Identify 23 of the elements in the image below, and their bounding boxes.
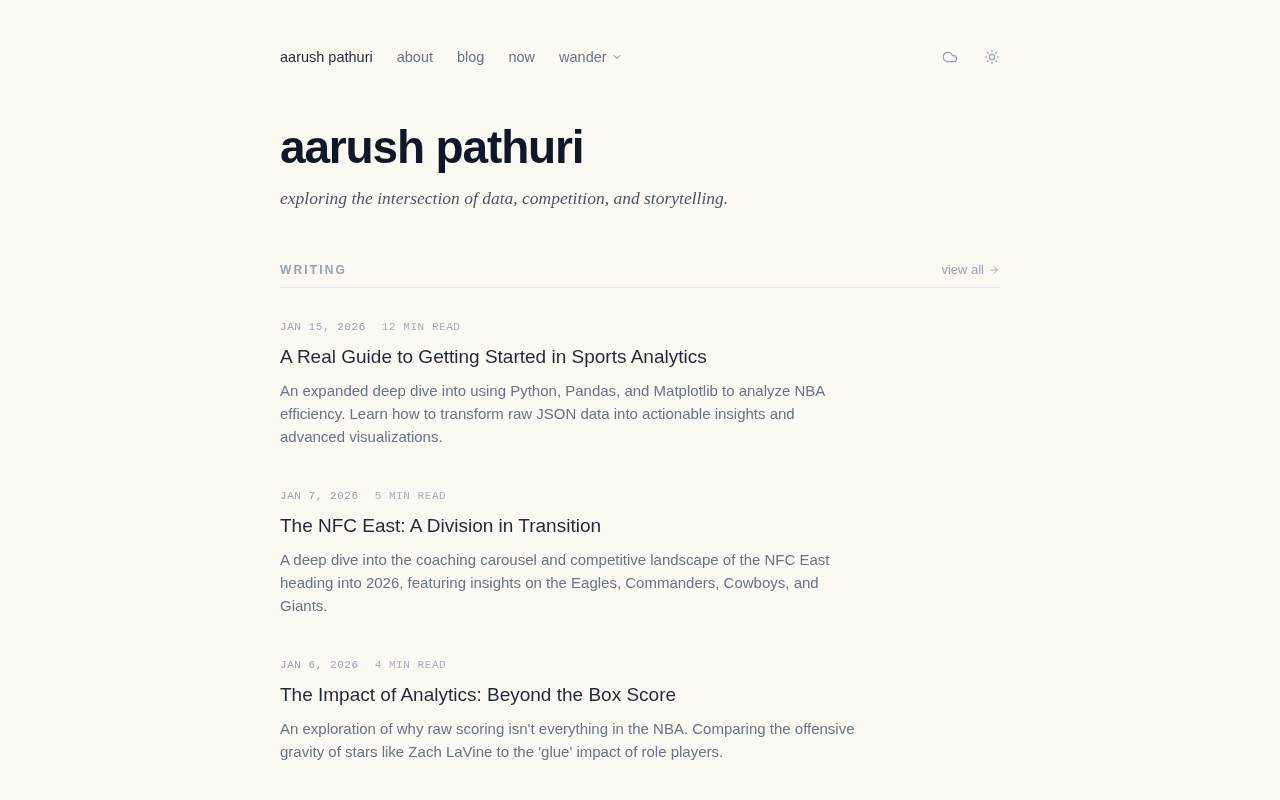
arrow-right-icon [988, 264, 1000, 276]
post-date: JAN 7, 2026 [280, 489, 359, 504]
sun-icon [984, 49, 1000, 65]
post-date: JAN 6, 2026 [280, 658, 359, 673]
view-all-link[interactable]: view all [941, 260, 1000, 280]
post-title[interactable]: A Real Guide to Getting Started in Sports Analytics [280, 343, 707, 371]
site-brand-link[interactable]: aarush pathuri [280, 45, 373, 69]
post-excerpt: An exploration of why raw scoring isn't everything in the NBA. Comparing the offensive gravity of stars like Zach LaVine to the 'glue' impact of role players. [280, 719, 856, 762]
nav-link[interactable]: blog [457, 45, 485, 69]
post-excerpt: An expanded deep dive into using Python, Pandas, and Matplotlib to analyze NBA efficiency. Learn how to transform raw JSON data into actionable insights and advanced visualizations. [280, 381, 826, 447]
post-title[interactable]: The NFC East: A Division in Transition [280, 512, 601, 540]
nav-dropdown[interactable]: wander [559, 45, 623, 69]
read-time: 4 MIN READ [374, 658, 447, 673]
read-time: 5 MIN READ [374, 489, 447, 504]
section-heading: WRITING [280, 262, 348, 279]
nav-link[interactable]: about [396, 45, 433, 69]
post-excerpt: A deep dive into the coaching carousel and competitive landscape of the NFC East heading into 2026, featuring insights on the Eagles, Commanders, Cowboys, and Giants. [280, 550, 831, 616]
post-date: JAN 15, 2026 [280, 320, 366, 335]
tagline: exploring the intersection of data, competition, and storytelling. [280, 187, 730, 210]
nav-link[interactable]: now [508, 45, 536, 69]
post-title[interactable]: The Impact of Analytics: Beyond the Box Score [280, 681, 677, 709]
cloud-icon [942, 49, 958, 65]
read-time: 12 MIN READ [381, 320, 461, 335]
